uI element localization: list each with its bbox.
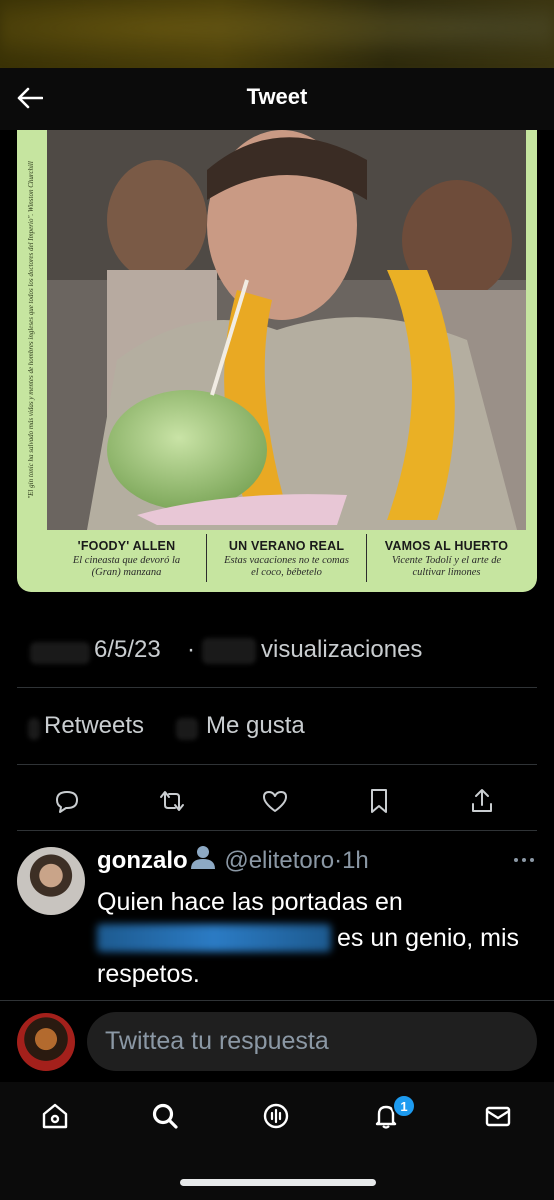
notifications-badge: 1 <box>392 1094 416 1118</box>
cover-photo-illustration <box>47 130 526 530</box>
retweets-link[interactable]: Retweets <box>44 712 144 740</box>
redacted-mention[interactable] <box>97 924 331 952</box>
caption-un-verano-real: UN VERANO REAL Estas vacaciones no te co… <box>206 534 366 582</box>
bookmark-icon <box>371 789 387 813</box>
person-icon <box>190 846 215 869</box>
tab-spaces[interactable] <box>256 1096 296 1136</box>
redacted-retweet-count <box>28 718 40 740</box>
more-options-button[interactable] <box>506 850 542 870</box>
side-quote-text: "El gin tonic ha salvado más vidas y men… <box>27 161 35 499</box>
reply-icon <box>56 791 78 813</box>
likes-link[interactable]: Me gusta <box>206 712 305 740</box>
tweet-meta: 6/5/23 · visualizaciones <box>0 630 554 670</box>
reply-tweet[interactable]: gonzalo @elitetoro·1h Quien hace las por… <box>0 832 554 997</box>
reply-text-start: Quien hace las portadas en <box>97 888 403 916</box>
reply-input[interactable]: Twittea tu respuesta <box>87 1012 537 1071</box>
tab-home[interactable] <box>35 1096 75 1136</box>
reply-button[interactable] <box>50 784 84 818</box>
reply-author-name[interactable]: gonzalo <box>97 847 188 874</box>
search-icon <box>152 1103 178 1129</box>
reply-text: Quien hace las portadas en es un genio, … <box>97 884 537 992</box>
bottom-tab-bar: 1 <box>0 1082 554 1200</box>
share-button[interactable] <box>465 784 499 818</box>
heart-icon <box>263 791 287 812</box>
like-button[interactable] <box>258 784 292 818</box>
divider <box>17 764 537 765</box>
home-indicator <box>180 1179 376 1186</box>
caption-subtitle: Estas vacaciones no te comas el coco, bé… <box>224 555 349 578</box>
bookmark-button[interactable] <box>362 784 396 818</box>
reply-author-handle[interactable]: @elitetoro <box>224 847 334 874</box>
meta-separator: · <box>187 636 195 663</box>
cover-captions: 'FOODY' ALLEN El cineasta que devoró la … <box>47 534 526 582</box>
caption-title: VAMOS AL HUERTO <box>384 539 509 553</box>
divider <box>17 830 537 831</box>
tweet-stats: Retweets Me gusta <box>0 708 554 748</box>
share-icon <box>472 789 492 812</box>
caption-subtitle: Vicente Todolí y el arte de cultivar lim… <box>391 555 502 578</box>
more-icon <box>514 858 534 862</box>
retweet-button[interactable] <box>155 784 189 818</box>
cover-photo <box>47 130 526 530</box>
caption-foody-allen: 'FOODY' ALLEN El cineasta que devoró la … <box>47 534 206 582</box>
caption-title: 'FOODY' ALLEN <box>77 539 176 553</box>
caption-subtitle: El cineasta que devoró la (Gran) manzana <box>72 555 181 578</box>
spaces-icon <box>263 1103 289 1129</box>
tab-explore[interactable] <box>145 1096 185 1136</box>
compose-reply-bar: Twittea tu respuesta <box>0 1000 554 1082</box>
side-quote: "El gin tonic ha salvado más vidas y men… <box>21 140 41 520</box>
tweet-date: 6/5/23 <box>94 636 161 663</box>
views-label[interactable]: visualizaciones <box>261 636 422 664</box>
redacted-like-count <box>176 718 198 740</box>
redacted-time <box>30 642 90 664</box>
retweet-icon <box>160 791 184 811</box>
tweet-actions <box>0 780 554 820</box>
caption-title: UN VERANO REAL <box>228 539 345 553</box>
status-bar <box>0 0 554 70</box>
caption-vamos-al-huerto: VAMOS AL HUERTO Vicente Todolí y el arte… <box>366 534 526 582</box>
home-icon <box>42 1103 68 1129</box>
tab-messages[interactable] <box>478 1096 518 1136</box>
tweet-media-image[interactable]: "El gin tonic ha salvado más vidas y men… <box>17 130 537 592</box>
reply-separator: · <box>334 847 343 874</box>
avatar[interactable] <box>17 847 85 915</box>
divider <box>17 687 537 688</box>
page-title: Tweet <box>246 84 308 109</box>
reply-header: gonzalo @elitetoro·1h <box>97 844 369 875</box>
avatar <box>17 1013 75 1071</box>
reply-time: 1h <box>342 847 369 874</box>
mail-icon <box>485 1106 511 1127</box>
redacted-view-count <box>202 638 256 664</box>
tweet-header: Tweet <box>0 68 554 130</box>
